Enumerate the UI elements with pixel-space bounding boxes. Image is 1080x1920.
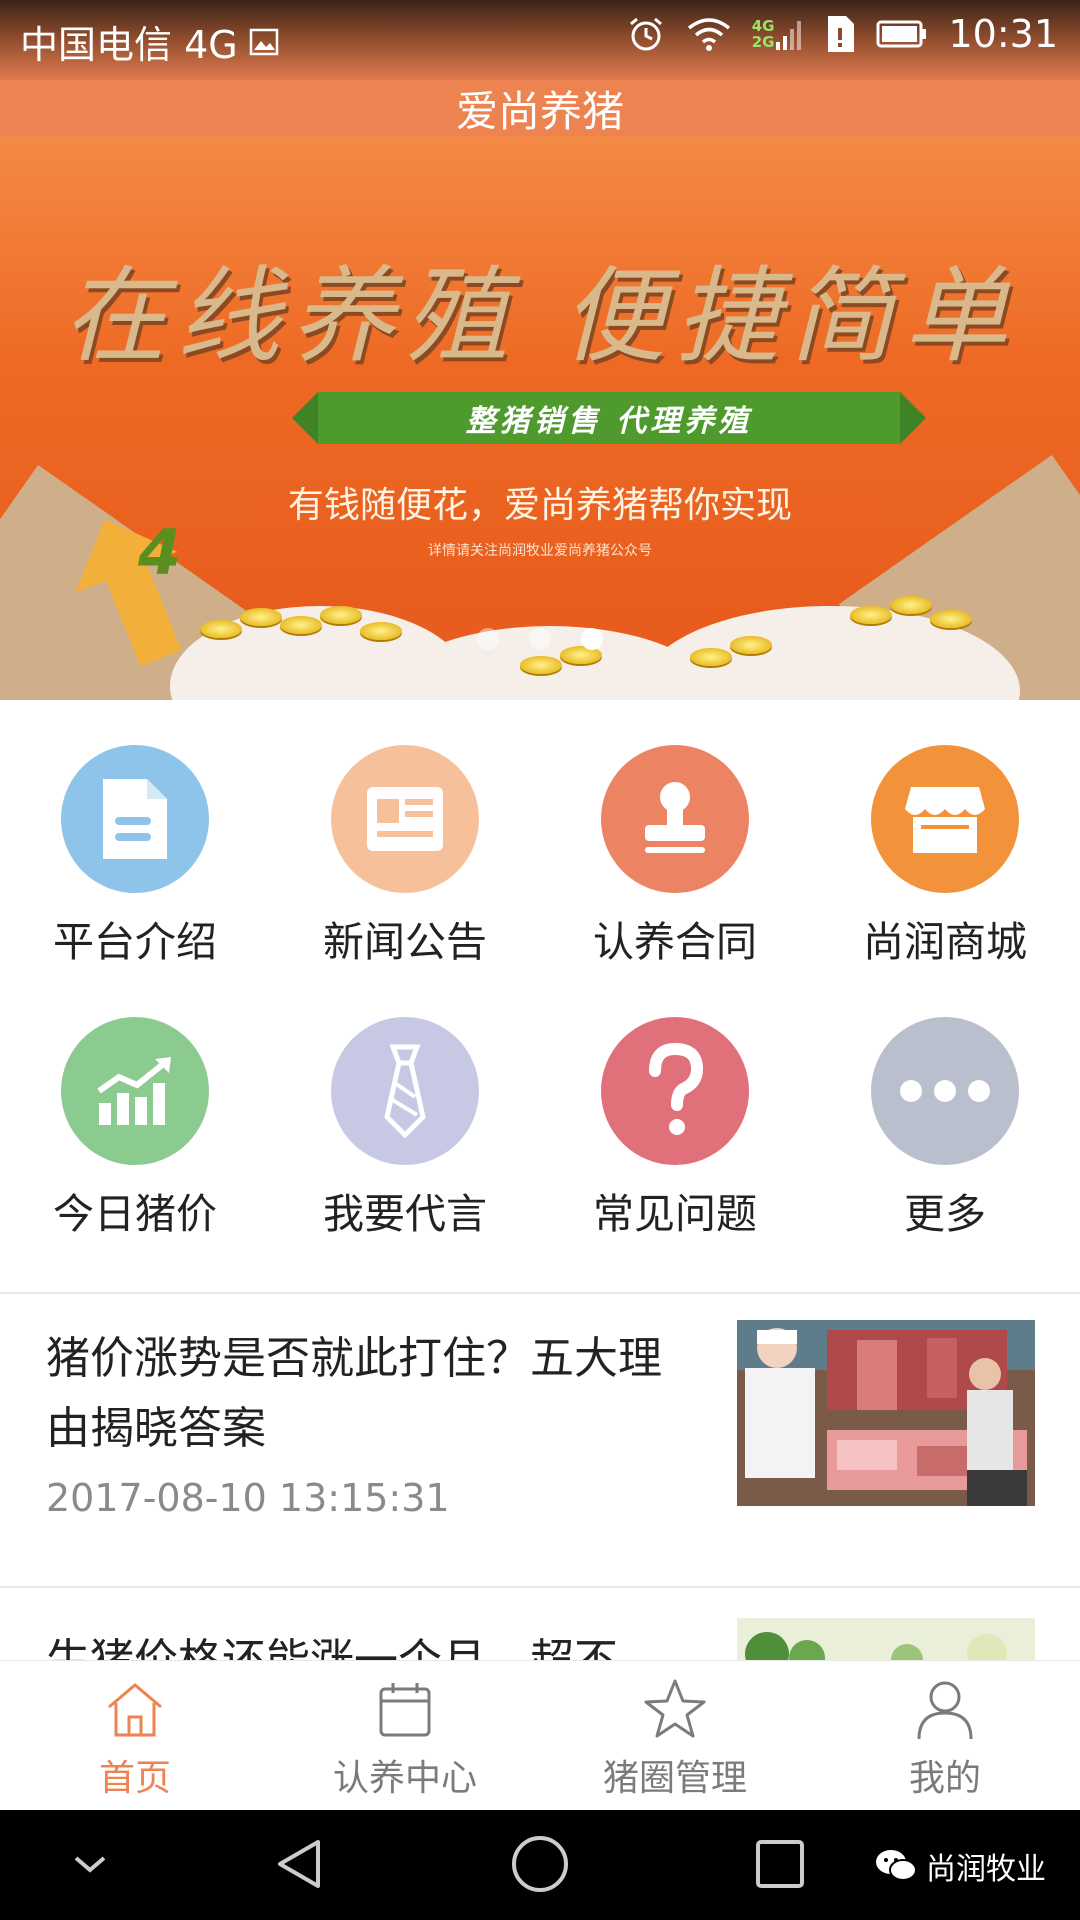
network-2g-label: 2G <box>751 33 775 51</box>
question-icon <box>601 1017 749 1165</box>
feature-grid: 平台介绍 新闻公告 认养合同 尚润商城 今日猪价 我要代言 常见问题 更多 <box>0 700 1080 1290</box>
news-thumbnail <box>737 1320 1035 1506</box>
banner-headline: 在线养殖 便捷简单 <box>62 255 1018 377</box>
banner-pagination <box>0 628 1080 650</box>
back-button-icon[interactable] <box>270 1834 330 1894</box>
grid-item-pig-price[interactable]: 今日猪价 <box>0 972 270 1238</box>
document-icon <box>61 745 209 893</box>
tab-mine[interactable]: 我的 <box>810 1661 1080 1811</box>
grid-item-label: 认养合同 <box>593 918 757 966</box>
wechat-icon <box>876 1850 917 1881</box>
grid-item-label: 新闻公告 <box>323 918 487 966</box>
news-thumbnail <box>737 1618 1035 1660</box>
status-bar: 中国电信 4G 4G 2G 10:31 <box>0 0 1080 80</box>
news-list-item[interactable]: 生猪价格还能涨一个月，超不 <box>0 1588 1080 1660</box>
store-icon <box>871 745 1019 893</box>
carrier-label: 中国电信 4G <box>20 23 238 67</box>
tab-home[interactable]: 首页 <box>0 1661 270 1811</box>
grid-item-endorse[interactable]: 我要代言 <box>270 972 540 1238</box>
tab-label: 首页 <box>98 1758 171 1799</box>
tab-label: 猪圈管理 <box>602 1758 747 1799</box>
banner-ribbon: 整猪销售 代理养殖 <box>292 392 926 444</box>
grid-item-news[interactable]: 新闻公告 <box>270 700 540 966</box>
coin-graphic <box>890 596 932 614</box>
wifi-icon <box>686 16 732 52</box>
tab-label: 我的 <box>908 1758 981 1799</box>
tab-label: 认养中心 <box>332 1758 477 1799</box>
promo-banner[interactable]: 在线养殖 便捷简单 整猪销售 代理养殖 有钱随便花，爱尚养猪帮你实现 详情请关注… <box>0 136 1080 700</box>
chart-icon <box>61 1017 209 1165</box>
coin-graphic <box>690 648 732 666</box>
calendar-icon <box>379 1683 431 1737</box>
star-icon <box>644 1679 706 1738</box>
grid-item-platform-intro[interactable]: 平台介绍 <box>0 700 270 966</box>
sim-alert-icon <box>824 14 856 54</box>
grid-item-label: 今日猪价 <box>53 1190 217 1238</box>
news-title: 生猪价格还能涨一个月，超不 <box>46 1626 686 1660</box>
page-dot-active[interactable] <box>581 628 603 650</box>
home-button-icon[interactable] <box>510 1834 570 1894</box>
bottom-tab-bar: 首页 认养中心 猪圈管理 我的 <box>0 1660 1080 1811</box>
signal-icon: 4G 2G <box>752 16 805 52</box>
tab-pen-management[interactable]: 猪圈管理 <box>540 1661 810 1811</box>
hide-nav-chevron-icon[interactable] <box>60 1834 120 1894</box>
grid-item-contract[interactable]: 认养合同 <box>540 700 810 966</box>
network-4g-label: 4G <box>751 17 775 35</box>
coin-graphic <box>850 606 892 624</box>
watermark-label: 尚润牧业 <box>926 1852 1046 1887</box>
page-title: 爱尚养猪 <box>455 86 624 136</box>
more-icon <box>871 1017 1019 1165</box>
news-timestamp: 2017-08-10 13:15:31 <box>46 1476 450 1520</box>
battery-icon <box>876 19 928 49</box>
news-list-item[interactable]: 猪价涨势是否就此打住？五大理由揭晓答案 2017-08-10 13:15:31 <box>0 1294 1080 1584</box>
grid-item-label: 平台介绍 <box>53 918 217 966</box>
grid-item-label: 尚润商城 <box>863 918 1027 966</box>
coin-graphic <box>520 656 562 674</box>
newspaper-icon <box>331 745 479 893</box>
page-title-bar: 爱尚养猪 <box>0 80 1080 136</box>
person-icon <box>917 1681 973 1740</box>
stamp-icon <box>601 745 749 893</box>
page-dot[interactable] <box>529 628 551 650</box>
banner-ribbon-text: 整猪销售 代理养殖 <box>465 404 753 439</box>
wechat-watermark: 尚润牧业 <box>874 1844 1046 1888</box>
grid-item-label: 我要代言 <box>323 1190 487 1238</box>
home-icon <box>108 1683 162 1737</box>
grid-item-label: 常见问题 <box>593 1190 757 1238</box>
grid-item-mall[interactable]: 尚润商城 <box>810 700 1080 966</box>
page-dot[interactable] <box>477 628 499 650</box>
alarm-icon <box>626 14 666 54</box>
system-navigation-bar: 尚润牧业 <box>0 1810 1080 1920</box>
tab-adoption-center[interactable]: 认养中心 <box>270 1661 540 1811</box>
grid-item-label: 更多 <box>904 1190 986 1238</box>
tie-icon <box>331 1017 479 1165</box>
grid-item-faq[interactable]: 常见问题 <box>540 972 810 1238</box>
image-notification-icon <box>248 26 280 58</box>
coin-graphic <box>240 608 282 626</box>
clock-label: 10:31 <box>948 12 1058 56</box>
banner-arrow-number: 4 <box>138 516 182 589</box>
grid-item-more[interactable]: 更多 <box>810 972 1080 1238</box>
news-title: 猪价涨势是否就此打住？五大理由揭晓答案 <box>46 1333 662 1454</box>
coin-graphic <box>320 606 362 624</box>
coin-graphic <box>930 610 972 628</box>
recents-button-icon[interactable] <box>750 1834 810 1894</box>
